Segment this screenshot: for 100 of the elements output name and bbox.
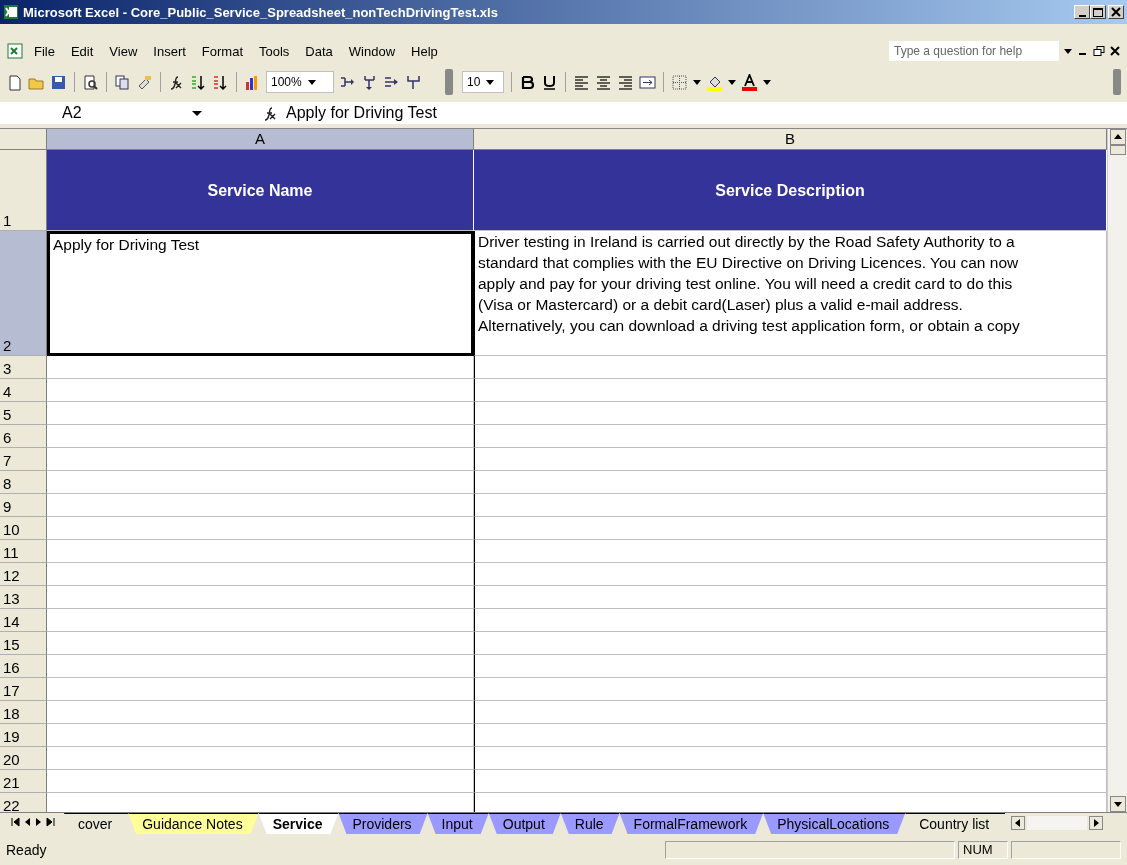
- zoom-dropdown[interactable]: 100%: [266, 71, 334, 93]
- maximize-button[interactable]: [1090, 5, 1106, 19]
- row-header[interactable]: 6: [0, 425, 47, 448]
- sheet-tab[interactable]: Country list: [905, 813, 1006, 834]
- menu-item[interactable]: Insert: [147, 41, 192, 61]
- sheet-tab[interactable]: Input: [427, 813, 489, 834]
- scroll-thumb-icon[interactable]: [1109, 145, 1126, 155]
- menu-item[interactable]: View: [103, 41, 144, 61]
- row-header[interactable]: 3: [0, 356, 47, 379]
- sheet-tab[interactable]: Output: [488, 813, 561, 834]
- empty-cell[interactable]: [474, 540, 1107, 563]
- sheet-tab[interactable]: PhysicalLocations: [763, 813, 906, 834]
- dropdown-arrow-icon[interactable]: [192, 108, 202, 118]
- empty-cell[interactable]: [474, 379, 1107, 402]
- empty-cell[interactable]: [474, 448, 1107, 471]
- row-header[interactable]: 9: [0, 494, 47, 517]
- row-header[interactable]: 7: [0, 448, 47, 471]
- column-header[interactable]: A: [47, 129, 474, 150]
- row-header[interactable]: 19: [0, 724, 47, 747]
- empty-cell[interactable]: [474, 517, 1107, 540]
- menu-item[interactable]: Format: [195, 41, 249, 61]
- menu-item[interactable]: Data: [299, 41, 339, 61]
- empty-cell[interactable]: [474, 609, 1107, 632]
- empty-cell[interactable]: [474, 471, 1107, 494]
- row-header[interactable]: 2: [0, 231, 47, 356]
- trace-dependents-icon[interactable]: [361, 73, 378, 91]
- underline-icon[interactable]: [541, 73, 558, 91]
- row-header[interactable]: 10: [0, 517, 47, 540]
- sheet-tab[interactable]: Guidance Notes: [128, 813, 259, 834]
- menu-item[interactable]: File: [28, 41, 61, 61]
- scroll-down-icon[interactable]: [1109, 796, 1126, 812]
- row-header[interactable]: 18: [0, 701, 47, 724]
- sheet-tab[interactable]: Rule: [560, 813, 620, 834]
- dropdown-arrow-icon[interactable]: [763, 78, 771, 86]
- save-icon[interactable]: [50, 73, 67, 91]
- empty-cell[interactable]: [474, 586, 1107, 609]
- align-center-icon[interactable]: [595, 73, 612, 91]
- dropdown-arrow-icon[interactable]: [728, 78, 736, 86]
- toolbar-options-handle[interactable]: [1113, 69, 1121, 95]
- sheet-tab[interactable]: Providers: [338, 813, 428, 834]
- row-header[interactable]: 1: [0, 150, 47, 231]
- font-color-icon[interactable]: [741, 73, 758, 91]
- menu-item[interactable]: Edit: [64, 41, 100, 61]
- row-header[interactable]: 22: [0, 793, 47, 812]
- empty-cell[interactable]: [474, 701, 1107, 724]
- print-preview-icon[interactable]: [82, 73, 99, 91]
- row-header[interactable]: 13: [0, 586, 47, 609]
- row-header[interactable]: 5: [0, 402, 47, 425]
- row-header[interactable]: 21: [0, 770, 47, 793]
- minimize-button[interactable]: [1074, 5, 1090, 19]
- borders-icon[interactable]: [671, 73, 688, 91]
- toolbar-options-handle[interactable]: [445, 69, 453, 95]
- empty-cell[interactable]: [474, 563, 1107, 586]
- column-header[interactable]: B: [474, 129, 1107, 150]
- merge-center-icon[interactable]: [639, 73, 656, 91]
- row-header[interactable]: 8: [0, 471, 47, 494]
- empty-cell[interactable]: [474, 770, 1107, 793]
- sort-ascending-icon[interactable]: [190, 73, 207, 91]
- new-document-icon[interactable]: [6, 73, 23, 91]
- scroll-right-icon[interactable]: [1089, 816, 1104, 830]
- scroll-left-icon[interactable]: [1011, 816, 1026, 830]
- close-button[interactable]: [1108, 5, 1124, 19]
- empty-cell[interactable]: [474, 724, 1107, 747]
- last-sheet-icon[interactable]: [46, 817, 56, 827]
- first-sheet-icon[interactable]: [10, 817, 20, 827]
- select-all-corner[interactable]: [0, 129, 47, 150]
- help-search-field[interactable]: Type a question for help: [889, 41, 1059, 61]
- menu-item[interactable]: Help: [405, 41, 444, 61]
- bold-icon[interactable]: [519, 73, 536, 91]
- font-size-dropdown[interactable]: 10: [462, 71, 504, 93]
- empty-cell[interactable]: [474, 402, 1107, 425]
- align-right-icon[interactable]: [617, 73, 634, 91]
- align-left-icon[interactable]: [573, 73, 590, 91]
- empty-cell[interactable]: [474, 632, 1107, 655]
- scroll-up-icon[interactable]: [1109, 129, 1126, 145]
- formula-field[interactable]: Apply for Driving Test: [286, 104, 437, 122]
- empty-cell[interactable]: [474, 494, 1107, 517]
- row-header[interactable]: 12: [0, 563, 47, 586]
- row-header[interactable]: 17: [0, 678, 47, 701]
- function-icon[interactable]: [262, 105, 278, 121]
- menu-item[interactable]: Tools: [253, 41, 296, 61]
- row-header[interactable]: 16: [0, 655, 47, 678]
- empty-cell[interactable]: [474, 678, 1107, 701]
- empty-cell[interactable]: [474, 747, 1107, 770]
- menu-item[interactable]: Window: [342, 41, 402, 61]
- sheet-tab[interactable]: Service: [258, 813, 339, 834]
- format-painter-icon[interactable]: [136, 73, 153, 91]
- copy-icon[interactable]: [114, 73, 131, 91]
- empty-cell[interactable]: [474, 356, 1107, 379]
- excel-document-icon[interactable]: [6, 42, 24, 60]
- row-header[interactable]: 15: [0, 632, 47, 655]
- row-header[interactable]: 4: [0, 379, 47, 402]
- restore-icon[interactable]: [1093, 45, 1105, 57]
- sheet-tab[interactable]: FormalFramework: [619, 813, 764, 834]
- row-header[interactable]: 14: [0, 609, 47, 632]
- row-header[interactable]: 11: [0, 540, 47, 563]
- sort-descending-icon[interactable]: [212, 73, 229, 91]
- dropdown-arrow-icon[interactable]: [1063, 46, 1073, 56]
- empty-cell[interactable]: [474, 425, 1107, 448]
- row-header[interactable]: 20: [0, 747, 47, 770]
